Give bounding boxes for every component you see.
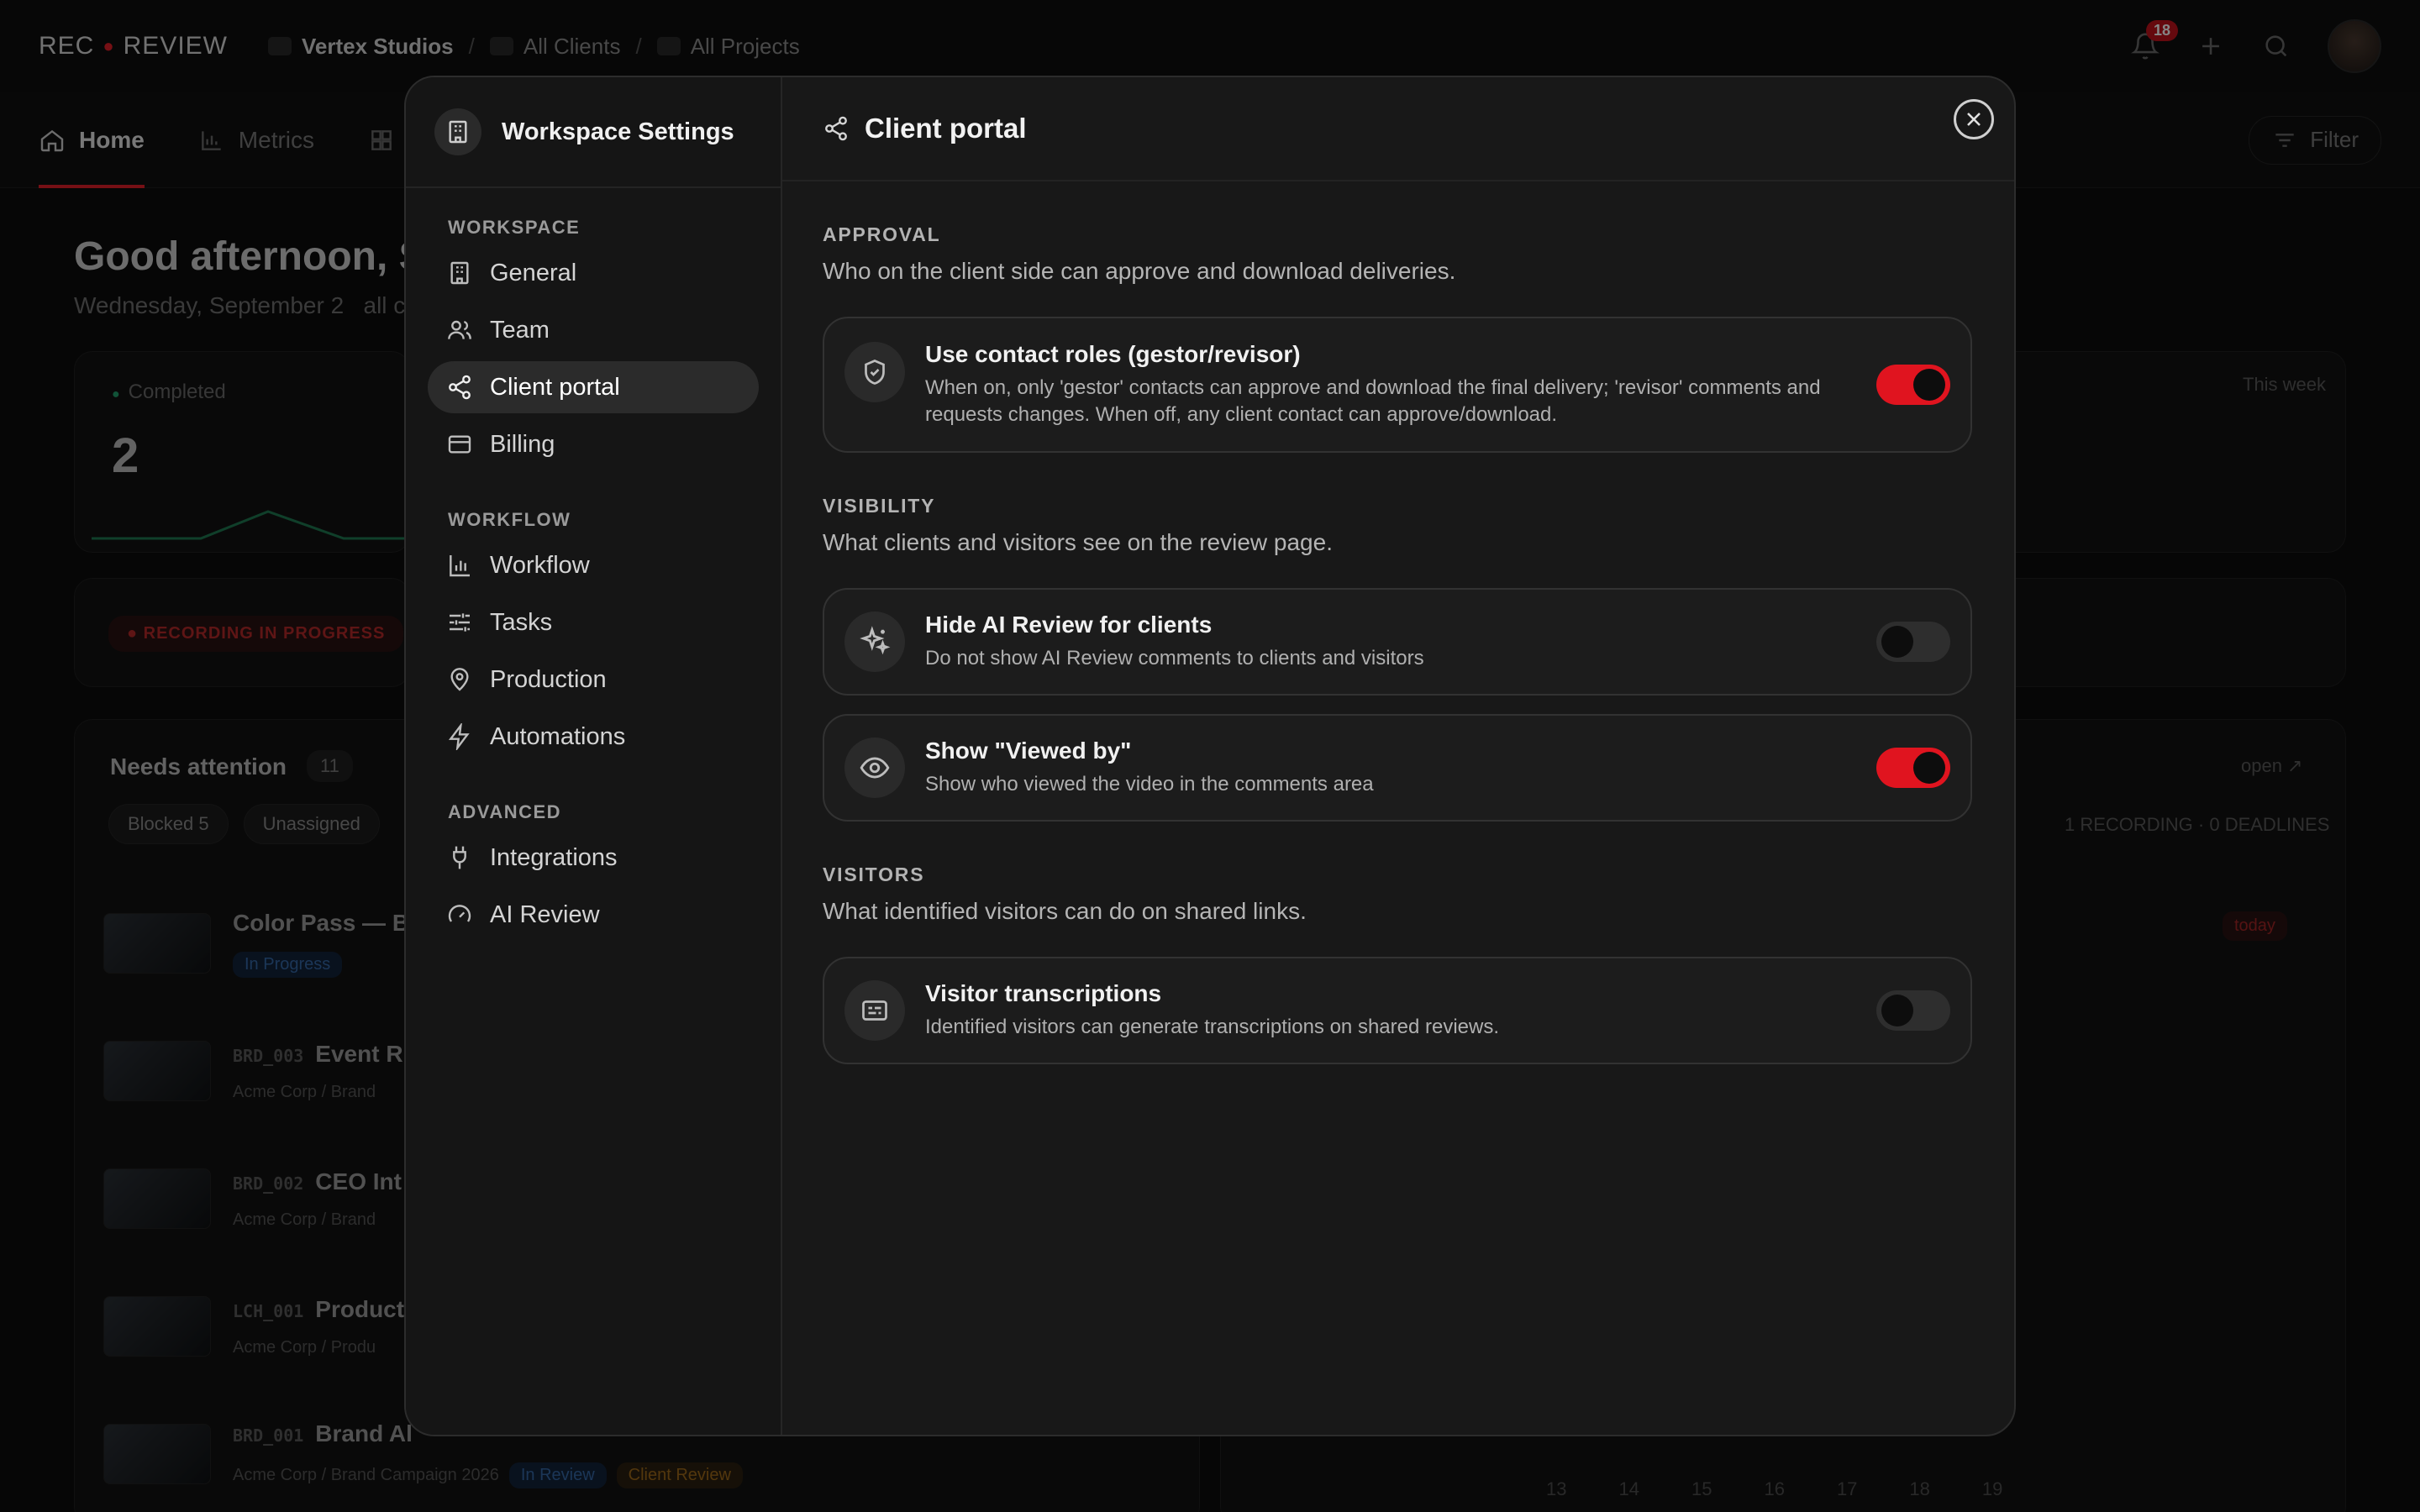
toggle-knob [1913,752,1945,784]
users-icon [448,320,471,339]
settings-nav: WORKSPACE General Team Client portal Bil… [406,188,781,941]
settings-groups: APPROVAL Who on the client side can appr… [782,223,2014,1064]
plug-icon [453,846,466,869]
settings-title: Workspace Settings [502,118,734,145]
card-icon [448,435,471,454]
sidebar-item-production[interactable]: Production [428,654,759,706]
toggle-knob [1881,626,1913,658]
sidebar-item-team[interactable]: Team [428,304,759,356]
group-label-approval: APPROVAL [823,223,941,245]
setting-title: Show "Viewed by" [925,738,1132,764]
section-label: WORKFLOW [448,509,571,530]
map-pin-icon [450,668,469,691]
content-header: Client portal [782,77,2014,181]
setting-title: Hide AI Review for clients [925,612,1213,638]
setting-show-viewed-by: Show "Viewed by" Show who viewed the vid… [823,714,1972,822]
toggle-knob [1913,369,1945,401]
group-description: What clients and visitors see on the rev… [823,529,1333,555]
close-icon [1967,113,1981,126]
contact-roles-toggle[interactable] [1876,365,1950,405]
page-title: Client portal [865,113,1027,144]
workspace-settings-modal: Workspace Settings WORKSPACE General Tea… [404,76,2016,1436]
sidebar-item-automations[interactable]: Automations [428,711,759,763]
toggle-knob [1881,995,1913,1026]
share-icon [825,116,847,141]
setting-description: Identified visitors can generate transcr… [925,1016,1500,1038]
setting-description: When on, only 'gestor' contacts can appr… [925,376,1821,426]
setting-title: Use contact roles (gestor/revisor) [925,341,1301,367]
sidebar-item-workflow[interactable]: Workflow [428,539,759,591]
sparkles-icon [844,612,905,672]
hide-ai-review-toggle[interactable] [1876,622,1950,662]
group-label-visibility: VISIBILITY [823,495,936,517]
sidebar-item-ai-review[interactable]: AI Review [428,889,759,941]
sidebar-item-tasks[interactable]: Tasks [428,596,759,648]
sliders-icon [450,613,470,632]
sidebar-item-billing[interactable]: Billing [428,418,759,470]
setting-hide-ai-review: Hide AI Review for clients Do not show A… [823,588,1972,696]
settings-sidebar-header: Workspace Settings [406,77,781,188]
share-icon [449,375,471,400]
bolt-icon [448,723,470,750]
bar-chart-icon [450,555,470,577]
setting-description: Show who viewed the video in the comment… [925,773,1374,795]
gauge-icon [448,905,471,922]
sidebar-item-general[interactable]: General [428,247,759,299]
settings-content: Client portal APPROVAL Who on the client… [782,77,2014,1435]
sidebar-item-client-portal[interactable]: Client portal [428,361,759,413]
sidebar-item-integrations[interactable]: Integrations [428,832,759,884]
captions-icon [844,980,905,1041]
eye-icon [844,738,905,798]
close-button[interactable] [1954,99,1994,139]
setting-description: Do not show AI Review comments to client… [925,647,1424,669]
shield-check-icon [844,342,905,402]
settings-sidebar: Workspace Settings WORKSPACE General Tea… [406,77,782,1435]
building-icon [450,261,469,285]
group-label-visitors: VISITORS [823,864,925,885]
section-label: WORKSPACE [448,217,581,238]
setting-contact-roles: Use contact roles (gestor/revisor) When … [823,317,1972,453]
building-icon [434,108,481,155]
show-viewed-by-toggle[interactable] [1876,748,1950,788]
group-description: What identified visitors can do on share… [823,898,1307,924]
section-label: ADVANCED [448,801,562,822]
setting-visitor-transcriptions: Visitor transcriptions Identified visito… [823,957,1972,1064]
visitor-transcriptions-toggle[interactable] [1876,990,1950,1031]
group-description: Who on the client side can approve and d… [823,258,1456,284]
setting-title: Visitor transcriptions [925,980,1162,1006]
